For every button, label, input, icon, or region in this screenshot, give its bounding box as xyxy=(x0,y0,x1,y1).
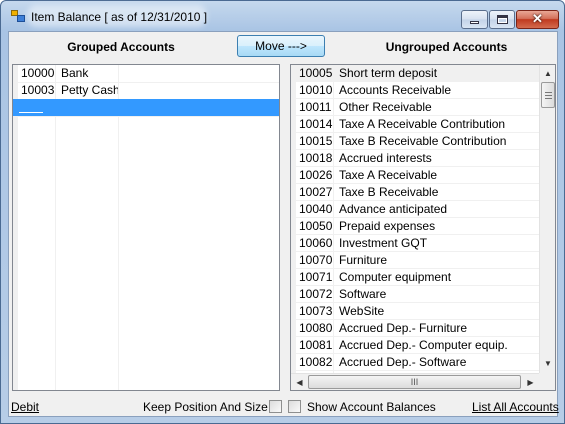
account-code-cell[interactable]: 10070 xyxy=(294,252,334,269)
ungrouped-row[interactable]: 10010 Accounts Receivable xyxy=(291,82,539,99)
show-balances-checkbox[interactable] xyxy=(288,400,301,413)
item-balance-window: Item Balance [ as of 12/31/2010 ] ✕ Grou… xyxy=(0,0,565,424)
keep-position-label: Keep Position And Size xyxy=(143,400,268,414)
account-name-cell[interactable]: Prepaid expenses xyxy=(334,218,539,235)
account-code-cell[interactable] xyxy=(16,99,56,116)
account-name-cell[interactable]: Computer equipment xyxy=(334,269,539,286)
minimize-button[interactable] xyxy=(461,10,488,29)
scroll-down-icon[interactable]: ▼ xyxy=(540,355,555,372)
scroll-right-icon[interactable]: ▶ xyxy=(522,374,539,390)
vertical-scrollbar[interactable]: ▲ ▼ xyxy=(539,65,555,373)
close-icon: ✕ xyxy=(532,11,543,26)
account-name-cell[interactable]: Taxe B Receivable Contribution xyxy=(334,133,539,150)
account-code-cell[interactable]: 10072 xyxy=(294,286,334,303)
edit-cursor xyxy=(19,112,43,113)
form-client-area: Grouped Accounts Move ---> Ungrouped Acc… xyxy=(8,31,559,417)
account-code-cell[interactable]: 10015 xyxy=(294,133,334,150)
account-code-cell[interactable]: 10081 xyxy=(294,337,334,354)
title-bar[interactable]: Item Balance [ as of 12/31/2010 ] ✕ xyxy=(1,1,564,31)
account-name-cell[interactable]: Short term deposit xyxy=(334,65,539,82)
horizontal-scroll-thumb[interactable]: III xyxy=(308,375,521,389)
account-code-cell[interactable]: 10014 xyxy=(294,116,334,133)
minimize-icon xyxy=(470,21,479,24)
account-name-cell[interactable]: Accrued Dep.- Furniture xyxy=(334,320,539,337)
account-name-cell[interactable]: Accrued Dep.- Software xyxy=(334,354,539,371)
account-name-cell[interactable]: Investment GQT xyxy=(334,235,539,252)
account-code-cell[interactable]: 10011 xyxy=(294,99,334,116)
scroll-left-icon[interactable]: ◀ xyxy=(291,374,308,390)
ungrouped-row[interactable]: 10081 Accrued Dep.- Computer equip. xyxy=(291,337,539,354)
account-name-cell[interactable]: Taxe A Receivable xyxy=(334,167,539,184)
horizontal-scrollbar[interactable]: ◀ III ▶ xyxy=(291,373,539,390)
ungrouped-row[interactable]: 10071 Computer equipment xyxy=(291,269,539,286)
account-code-cell[interactable]: 10071 xyxy=(294,269,334,286)
ungrouped-row[interactable]: 10040 Advance anticipated xyxy=(291,201,539,218)
account-name-cell[interactable]: Accrued interests xyxy=(334,150,539,167)
account-code-cell[interactable]: 10082 xyxy=(294,354,334,371)
account-code-cell[interactable]: 10005 xyxy=(294,65,334,82)
account-code-cell[interactable]: 10018 xyxy=(294,150,334,167)
show-balances-label[interactable]: Show Account Balances xyxy=(307,400,436,414)
grid-line xyxy=(13,116,279,117)
window-title: Item Balance [ as of 12/31/2010 ] xyxy=(31,10,208,24)
account-name-cell[interactable]: Petty Cash xyxy=(56,82,118,99)
list-all-accounts-link[interactable]: List All Accounts xyxy=(472,400,559,414)
ungrouped-row[interactable]: 10072 Software xyxy=(291,286,539,303)
app-icon[interactable] xyxy=(11,10,25,22)
ungrouped-row[interactable]: 10014 Taxe A Receivable Contribution xyxy=(291,116,539,133)
grouped-accounts-grid[interactable]: 10000 Bank 10003 Petty Cash xyxy=(12,64,280,391)
grid-line xyxy=(291,370,539,371)
ungrouped-row[interactable]: 10050 Prepaid expenses xyxy=(291,218,539,235)
grouped-accounts-heading: Grouped Accounts xyxy=(67,40,175,54)
account-name-cell[interactable]: Taxe B Receivable xyxy=(334,184,539,201)
account-name-cell[interactable]: Taxe A Receivable Contribution xyxy=(334,116,539,133)
account-code-cell[interactable]: 10027 xyxy=(294,184,334,201)
account-name-cell[interactable]: WebSite xyxy=(334,303,539,320)
account-name-cell[interactable]: Software xyxy=(334,286,539,303)
account-name-cell[interactable]: Advance anticipated xyxy=(334,201,539,218)
ungrouped-row[interactable]: 10011 Other Receivable xyxy=(291,99,539,116)
maximize-icon xyxy=(497,15,508,24)
ungrouped-accounts-heading: Ungrouped Accounts xyxy=(385,40,508,54)
maximize-button[interactable] xyxy=(489,10,515,29)
account-name-cell[interactable]: Bank xyxy=(56,65,118,82)
account-code-cell[interactable]: 10080 xyxy=(294,320,334,337)
ungrouped-row[interactable]: 10082 Accrued Dep.- Software xyxy=(291,354,539,371)
account-code-cell[interactable]: 10050 xyxy=(294,218,334,235)
ungrouped-row[interactable]: 10073 WebSite xyxy=(291,303,539,320)
vertical-scroll-thumb[interactable] xyxy=(541,82,555,108)
ungrouped-row[interactable]: 10018 Accrued interests xyxy=(291,150,539,167)
grouped-new-row-selected[interactable] xyxy=(13,99,279,116)
account-name-cell[interactable]: Furniture xyxy=(334,252,539,269)
ungrouped-row[interactable]: 10015 Taxe B Receivable Contribution xyxy=(291,133,539,150)
account-name-cell[interactable]: Accounts Receivable xyxy=(334,82,539,99)
ungrouped-row[interactable]: 10026 Taxe A Receivable xyxy=(291,167,539,184)
account-code-cell[interactable]: 10040 xyxy=(294,201,334,218)
account-name-cell[interactable]: Other Receivable xyxy=(334,99,539,116)
account-name-cell[interactable]: Accrued Dep.- Computer equip. xyxy=(334,337,539,354)
ungrouped-row[interactable]: 10070 Furniture xyxy=(291,252,539,269)
grouped-row[interactable]: 10000 Bank xyxy=(13,65,279,82)
grouped-row[interactable]: 10003 Petty Cash xyxy=(13,82,279,99)
keep-position-checkbox[interactable] xyxy=(269,400,282,413)
account-code-cell[interactable]: 10073 xyxy=(294,303,334,320)
move-button[interactable]: Move ---> xyxy=(237,35,325,57)
ungrouped-accounts-grid[interactable]: 10005 Short term deposit 10010 Accounts Rec… xyxy=(290,64,556,391)
account-name-cell[interactable] xyxy=(56,99,118,116)
debit-link[interactable]: Debit xyxy=(11,400,39,414)
account-code-cell[interactable]: 10060 xyxy=(294,235,334,252)
scroll-up-icon[interactable]: ▲ xyxy=(540,65,555,82)
scrollbar-corner xyxy=(539,373,555,390)
account-code-cell[interactable]: 10010 xyxy=(294,82,334,99)
account-code-cell[interactable]: 10003 xyxy=(16,82,56,99)
account-code-cell[interactable]: 10000 xyxy=(16,65,56,82)
ungrouped-row[interactable]: 10005 Short term deposit xyxy=(291,65,539,82)
close-button[interactable]: ✕ xyxy=(516,10,559,29)
ungrouped-row[interactable]: 10060 Investment GQT xyxy=(291,235,539,252)
account-code-cell[interactable]: 10026 xyxy=(294,167,334,184)
ungrouped-row[interactable]: 10080 Accrued Dep.- Furniture xyxy=(291,320,539,337)
ungrouped-row[interactable]: 10027 Taxe B Receivable xyxy=(291,184,539,201)
